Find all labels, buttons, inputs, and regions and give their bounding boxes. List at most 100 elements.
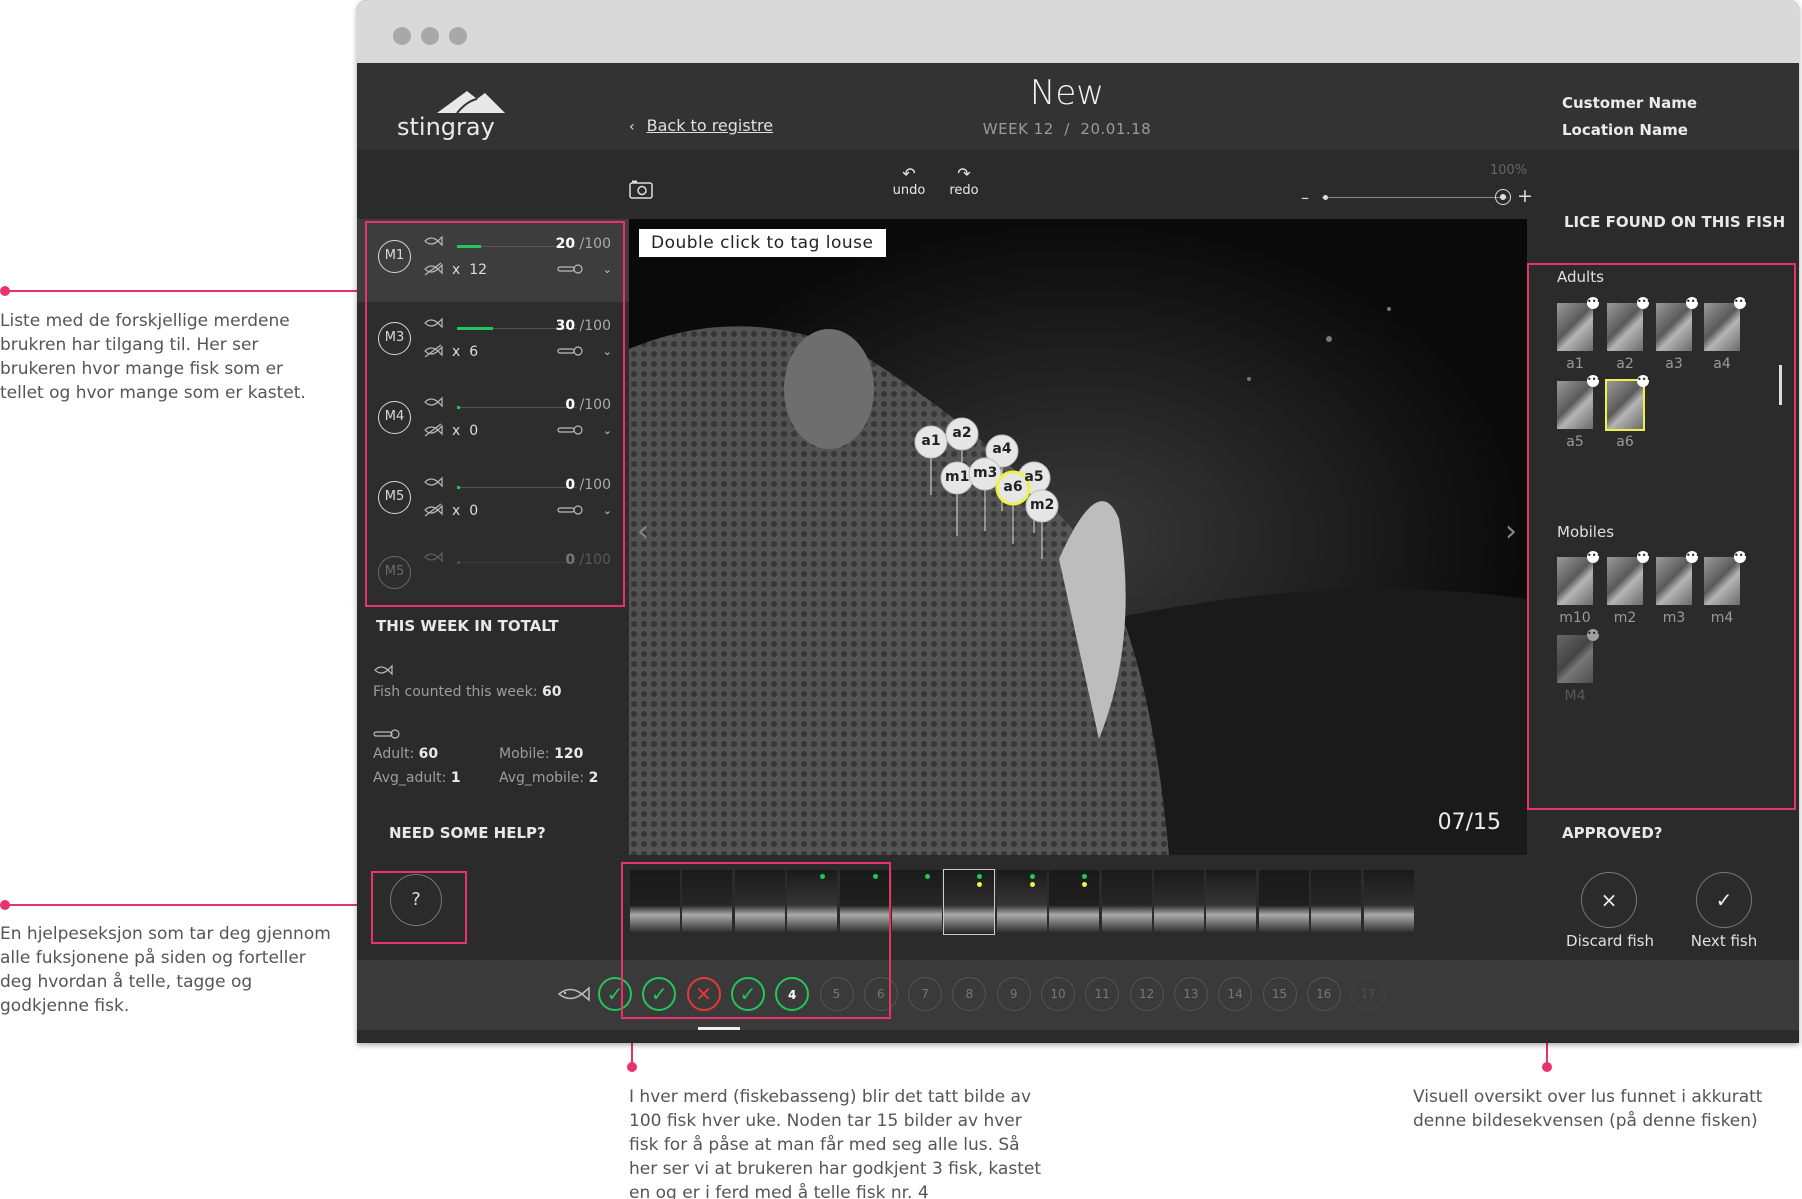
more-icon[interactable]: ••• [1686,297,1700,309]
filmstrip-frame[interactable] [1311,870,1362,934]
next-fish-button[interactable]: ✓ [1696,872,1752,928]
filmstrip-frame[interactable] [996,870,1047,934]
pin-m1[interactable]: m1 [945,469,969,485]
fish-step[interactable]: ✕ [686,977,721,1011]
next-frame-button[interactable]: › [1505,514,1517,549]
fish-step[interactable]: 15 [1262,977,1297,1011]
zoom-slider-handle[interactable] [1495,189,1511,205]
chevron-down-icon[interactable]: ⌄ [603,504,612,517]
pen-list[interactable]: M1 20 /100 x 12 ⌄ M3 30 /100 x 6 ⌄ M4 0 /100 x 0 ⌄ M… [357,219,629,599]
lice-panel: Adults Mobiles ••• a1 ••• a2 ••• a3 ••• a4 ••• a5… [1527,255,1799,833]
fish-step[interactable]: 4 [775,977,810,1011]
logo[interactable]: stingray [397,83,517,143]
fish-step[interactable]: 7 [908,977,943,1011]
pen-counted: 0 [565,552,576,568]
fish-step[interactable]: 8 [952,977,987,1011]
pin-a5[interactable]: a5 [1022,469,1046,485]
filmstrip-frame[interactable] [734,870,785,934]
fish-step[interactable]: 17 [1351,977,1386,1011]
fish-step[interactable]: 9 [996,977,1031,1011]
pin-a4[interactable]: a4 [990,441,1014,457]
lice-thumbnail[interactable]: ••• [1557,551,1601,605]
filmstrip-frame[interactable] [1206,870,1257,934]
filmstrip-frame[interactable] [892,870,942,934]
filmstrip-frame[interactable] [787,870,838,934]
lice-thumbnail[interactable]: ••• [1704,297,1748,351]
fish-step[interactable]: 6 [863,977,898,1011]
more-icon[interactable]: ••• [1587,375,1601,387]
back-to-registre-link[interactable]: ‹ Back to registre [629,116,773,135]
pin-m2[interactable]: m2 [1030,497,1054,513]
fish-step[interactable]: 13 [1173,977,1208,1011]
help-button[interactable]: ? [390,874,442,926]
more-icon[interactable]: ••• [1686,551,1700,563]
zoom-slider-track[interactable] [1322,197,1507,198]
pin-a2[interactable]: a2 [950,425,974,441]
chevron-down-icon[interactable]: ⌄ [603,345,612,358]
fish-step[interactable]: 16 [1306,977,1341,1011]
filmstrip-frame[interactable] [943,869,996,935]
window-maximize-button[interactable] [449,27,467,45]
filmstrip-frame[interactable] [1154,870,1204,934]
filmstrip-frame[interactable] [1363,870,1414,934]
pen-item[interactable]: M1 20 /100 x 12 ⌄ [357,219,629,302]
pin-m3[interactable]: m3 [973,465,997,481]
redo-button[interactable]: ↷ redo [939,165,989,199]
more-icon[interactable]: ••• [1734,551,1748,563]
fish-step[interactable]: ✓ [598,977,632,1011]
avg-adult-value: 1 [450,770,461,786]
pen-item[interactable]: M4 0 /100 x 0 ⌄ [357,380,629,463]
chevron-down-icon[interactable]: ⌄ [603,424,612,437]
filmstrip-frame[interactable] [1101,870,1152,934]
fish-step[interactable]: 10 [1041,977,1075,1011]
lice-thumbnail[interactable]: ••• [1656,297,1700,351]
more-icon[interactable]: ••• [1637,297,1651,309]
annotation-progress: I hver merd (fiskebasseng) blir det tatt… [629,1087,1042,1199]
fish-step[interactable]: ✓ [730,977,765,1011]
pen-discarded: x 0 [452,503,478,519]
filmstrip-frame[interactable] [682,870,733,934]
lice-thumbnail[interactable]: ••• [1605,375,1651,431]
lice-thumbnail[interactable]: ••• [1557,375,1601,429]
pen-progress-fill [457,406,460,409]
filmstrip-frame[interactable] [630,870,680,934]
approved-title: APPROVED? [1562,824,1663,842]
discard-fish-button[interactable]: × [1581,872,1637,928]
discarded-fish-icon [424,344,443,358]
more-icon[interactable]: ••• [1587,551,1601,563]
more-icon[interactable]: ••• [1587,629,1601,641]
filmstrip-frame[interactable] [839,870,890,934]
more-icon[interactable]: ••• [1587,297,1601,309]
prev-frame-button[interactable]: ‹ [637,514,649,549]
lice-thumbnail[interactable]: ••• [1557,297,1601,351]
lice-thumbnail[interactable]: ••• [1656,551,1700,605]
pen-item[interactable]: M3 30 /100 x 6 ⌄ [357,301,629,384]
lice-thumbnail[interactable]: ••• [1607,297,1651,351]
zoom-in-button[interactable]: + [1517,185,1533,207]
lice-thumbnail[interactable]: ••• [1607,551,1651,605]
pen-count: 0 /100 [565,552,611,568]
filmstrip-frame[interactable] [1049,870,1100,934]
fish-step[interactable]: ✓ [642,977,677,1011]
window-minimize-button[interactable] [421,27,439,45]
more-icon[interactable]: ••• [1637,375,1651,387]
camera-icon[interactable] [629,180,653,199]
pen-item[interactable]: M5 0 /100 [357,535,629,599]
chevron-down-icon[interactable]: ⌄ [603,263,612,276]
more-icon[interactable]: ••• [1637,551,1651,563]
lice-thumbnail[interactable]: ••• [1704,551,1748,605]
lice-panel-scrollbar[interactable] [1779,365,1782,405]
fish-image-viewer[interactable]: a1 a2 a4 m1 m3 a6 a5 m2 Double click to … [629,219,1527,855]
fish-step[interactable]: 11 [1085,977,1120,1011]
pin-a1[interactable]: a1 [919,433,943,449]
window-close-button[interactable] [393,27,411,45]
undo-button[interactable]: ↶ undo [884,165,934,199]
fish-step[interactable]: 14 [1218,977,1253,1011]
more-icon[interactable]: ••• [1734,297,1748,309]
filmstrip-frame[interactable] [1258,870,1309,934]
zoom-out-button[interactable]: – [1301,188,1309,207]
fish-step[interactable]: 12 [1129,977,1164,1011]
fish-step[interactable]: 5 [819,977,854,1011]
pen-item[interactable]: M5 0 /100 x 0 ⌄ [357,460,629,543]
lice-thumbnail[interactable]: ••• [1557,629,1601,683]
